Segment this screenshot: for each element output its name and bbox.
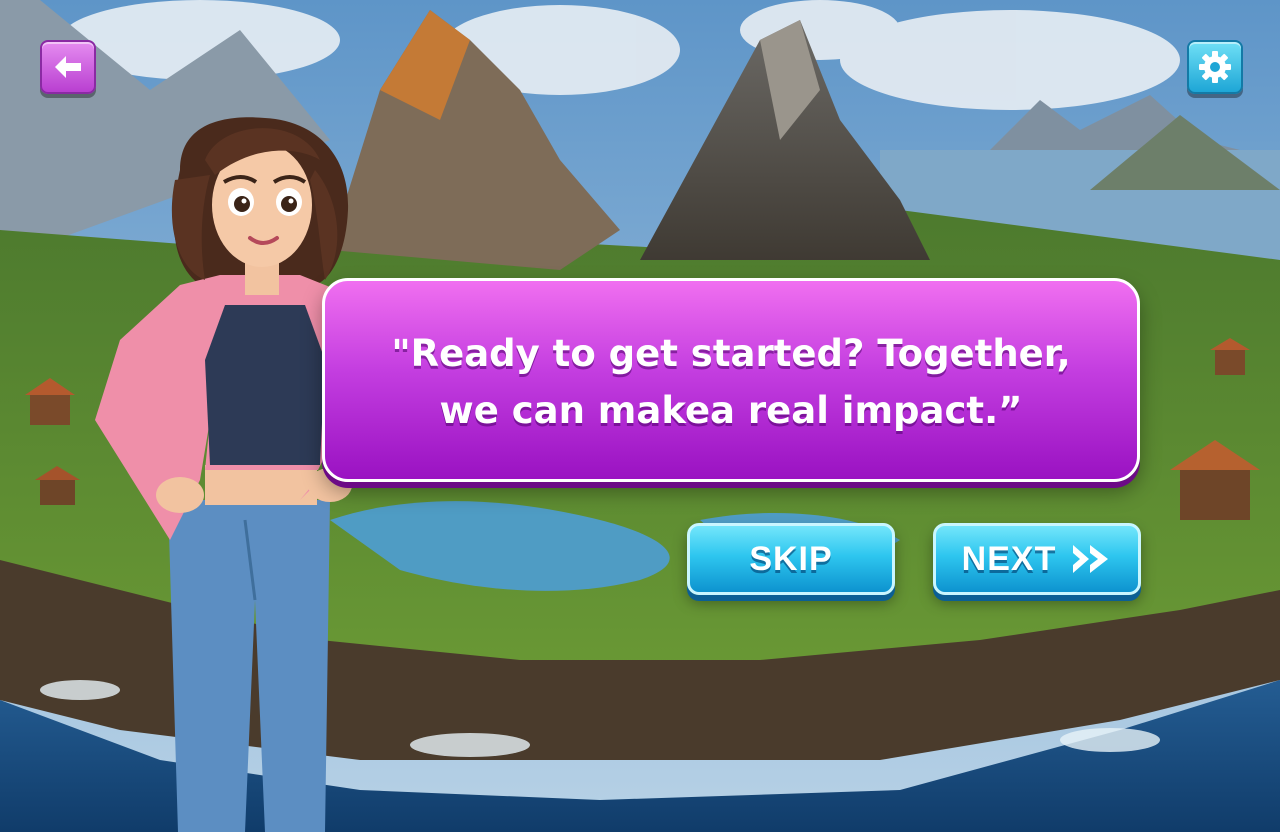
dialog-line-2: we can makea real impact.”	[439, 389, 1023, 432]
skip-button[interactable]: SKIP	[687, 523, 895, 595]
skip-button-label: SKIP	[749, 539, 833, 578]
back-button[interactable]	[40, 40, 96, 94]
dialog-line-1: "Ready to get started? Together,	[391, 332, 1071, 375]
next-button[interactable]: NEXT	[933, 523, 1141, 595]
gear-icon	[1199, 51, 1231, 83]
dialog-bubble: "Ready to get started? Together, we can …	[322, 278, 1140, 482]
double-chevron-right-icon	[1073, 545, 1109, 573]
arrow-left-icon	[55, 56, 81, 78]
next-button-label: NEXT	[961, 539, 1057, 578]
settings-button[interactable]	[1187, 40, 1243, 94]
dialog-text: "Ready to get started? Together, we can …	[345, 325, 1117, 439]
